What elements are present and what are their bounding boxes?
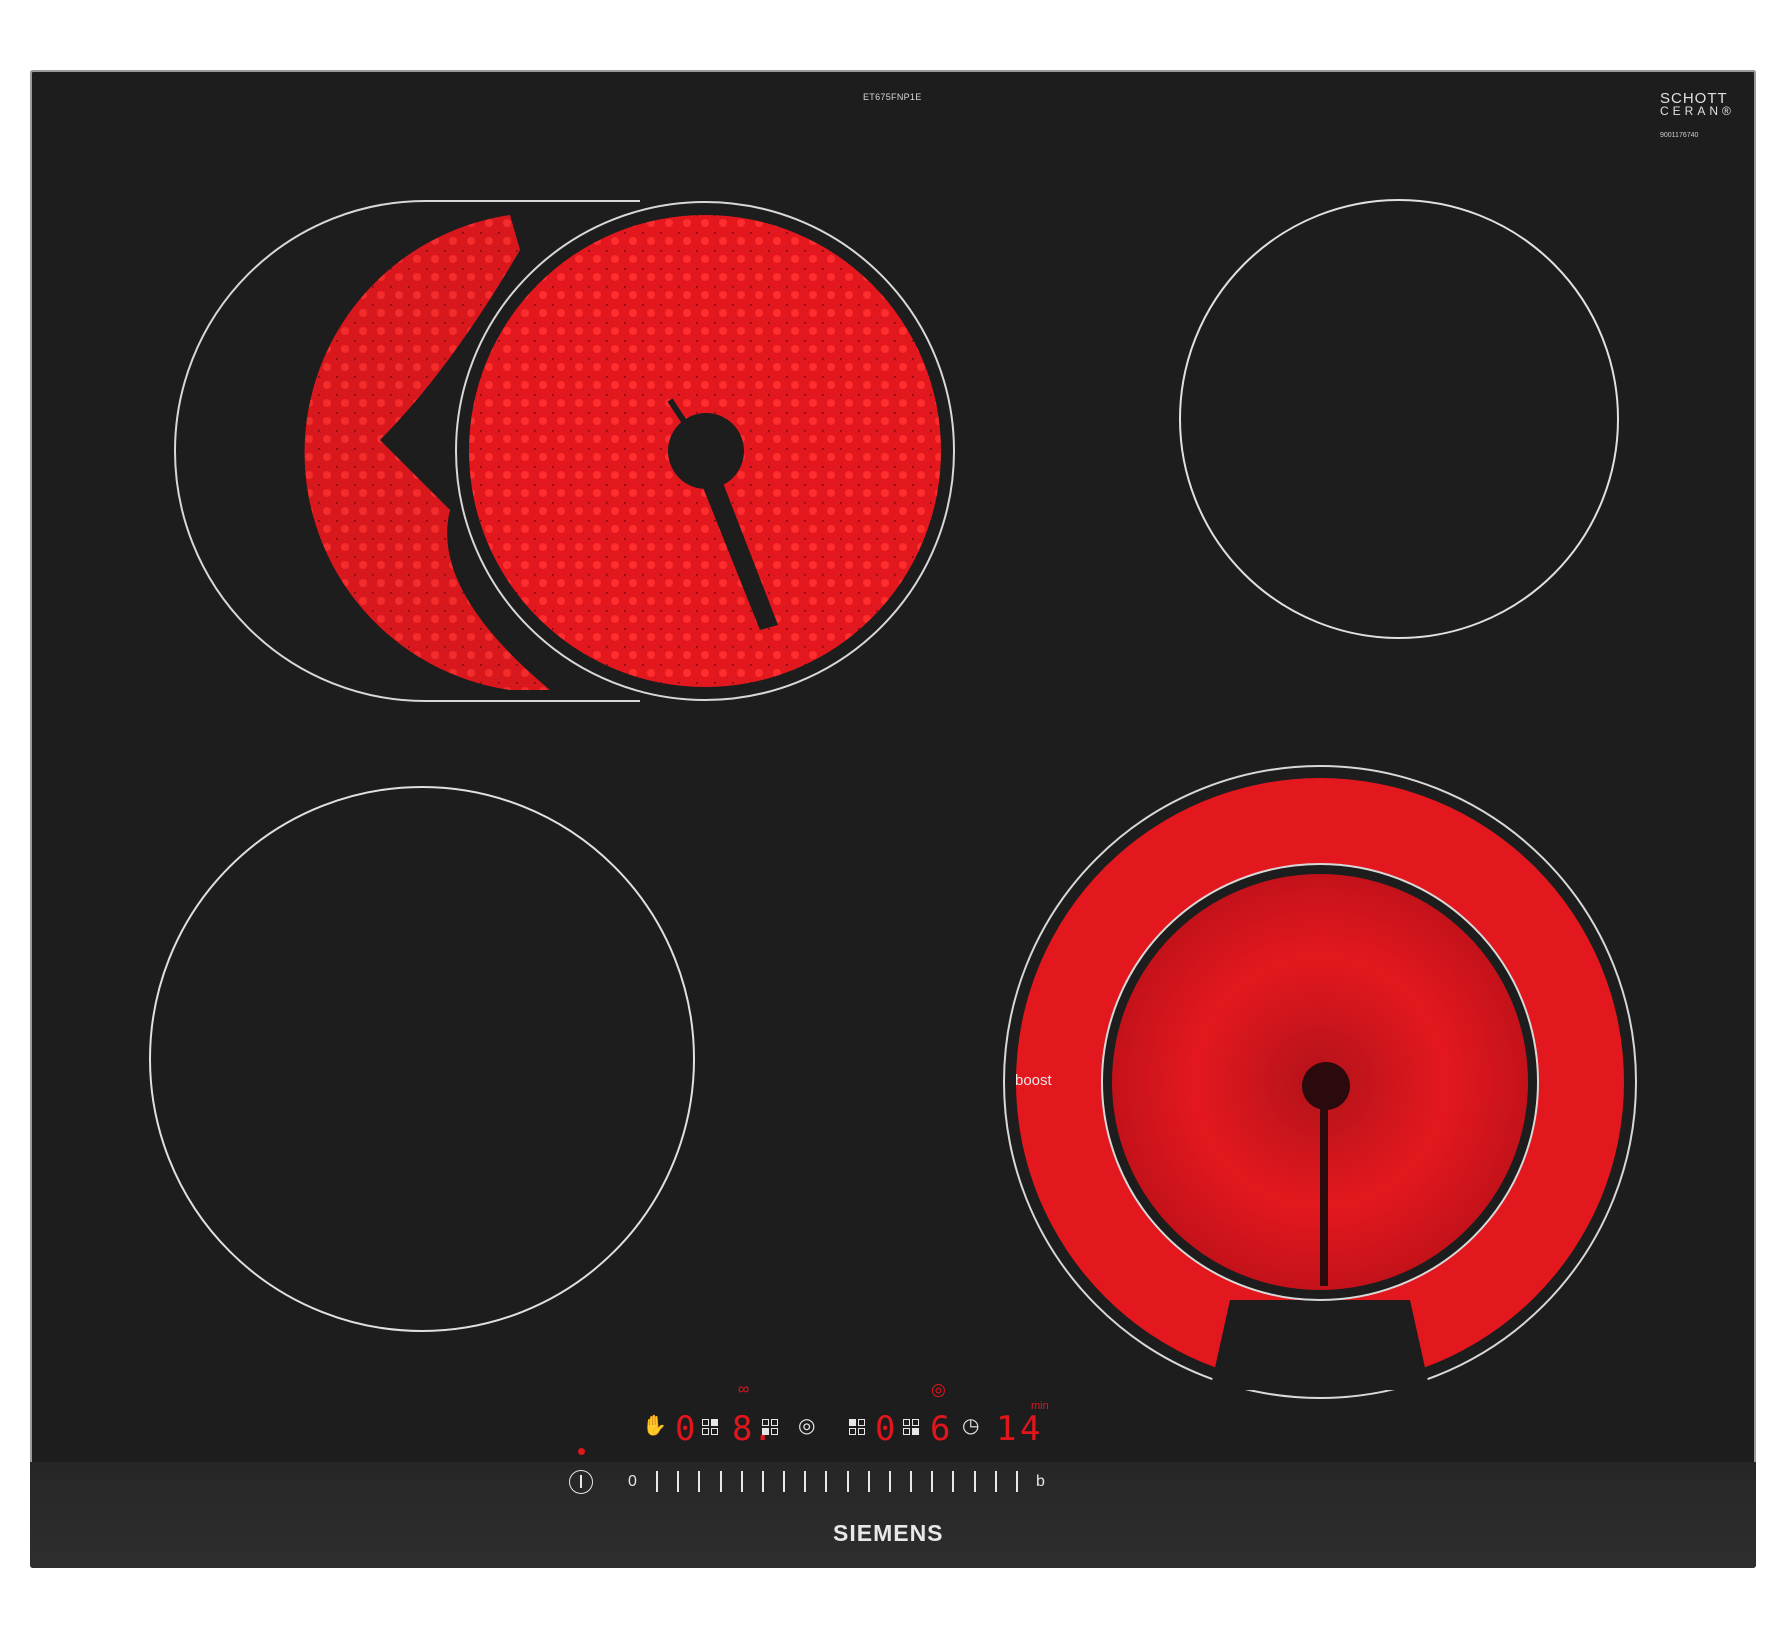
slider-tick[interactable] <box>825 1471 828 1492</box>
zone-display-4: 6 <box>930 1409 951 1449</box>
slider-tick[interactable] <box>888 1471 891 1492</box>
model-code: ET675FNP1E <box>863 92 922 102</box>
timer-display-tens: 1 <box>996 1409 1017 1449</box>
slider-tick[interactable] <box>931 1471 934 1492</box>
slider-min-label: 0 <box>628 1473 637 1490</box>
slider-tick[interactable] <box>677 1471 680 1492</box>
slider-tick[interactable] <box>1016 1471 1018 1492</box>
zone-display-3: 0 <box>875 1409 896 1449</box>
slider-tick[interactable] <box>846 1471 849 1492</box>
slider-boost-label: b <box>1036 1473 1045 1490</box>
slider-tick[interactable] <box>761 1471 764 1492</box>
slider-tick[interactable] <box>973 1471 976 1492</box>
slider-tick[interactable] <box>698 1471 701 1492</box>
oval-zone-indicator-icon: ∞ <box>738 1381 750 1398</box>
slider-tick[interactable] <box>656 1471 658 1492</box>
child-lock-icon[interactable]: ✋ <box>642 1416 667 1436</box>
brand-logo: SIEMENS <box>833 1520 944 1546</box>
zone-select-icon-4[interactable] <box>903 1419 921 1437</box>
slider-tick[interactable] <box>994 1471 997 1492</box>
slider-tick[interactable] <box>783 1471 786 1492</box>
boost-label: boost <box>1015 1072 1052 1089</box>
zone-display-1: 0 <box>675 1409 696 1449</box>
timer-icon[interactable]: ◷ <box>962 1416 979 1436</box>
zone-select-icon-3[interactable] <box>849 1419 867 1437</box>
rear-right-zone[interactable] <box>1179 199 1619 639</box>
slider-tick[interactable] <box>804 1471 807 1492</box>
schott-ceran-logo: SCHOTT CERAN® <box>1660 90 1735 118</box>
cooktop-glass: ET675FNP1E SCHOTT CERAN® 9001176740 boos… <box>30 70 1756 1568</box>
power-indicator-dot <box>578 1448 585 1455</box>
power-button[interactable] <box>569 1470 593 1494</box>
serial-number: 9001176740 <box>1660 132 1699 139</box>
timer-display-units: 4 <box>1020 1409 1041 1449</box>
power-level-slider[interactable] <box>656 1471 1031 1493</box>
zone-select-icon-2[interactable] <box>762 1419 780 1437</box>
front-left-zone[interactable] <box>149 786 695 1332</box>
zone-select-icon-1[interactable] <box>702 1419 720 1437</box>
slider-tick[interactable] <box>719 1471 722 1492</box>
dual-zone-icon[interactable]: ◎ <box>798 1416 815 1436</box>
dual-zone-indicator-icon: ◎ <box>931 1380 946 1399</box>
cooking-zones <box>149 199 1637 1399</box>
slider-tick[interactable] <box>740 1471 743 1492</box>
slider-tick[interactable] <box>867 1471 870 1492</box>
slider-tick[interactable] <box>952 1471 955 1492</box>
slider-tick[interactable] <box>910 1471 913 1492</box>
